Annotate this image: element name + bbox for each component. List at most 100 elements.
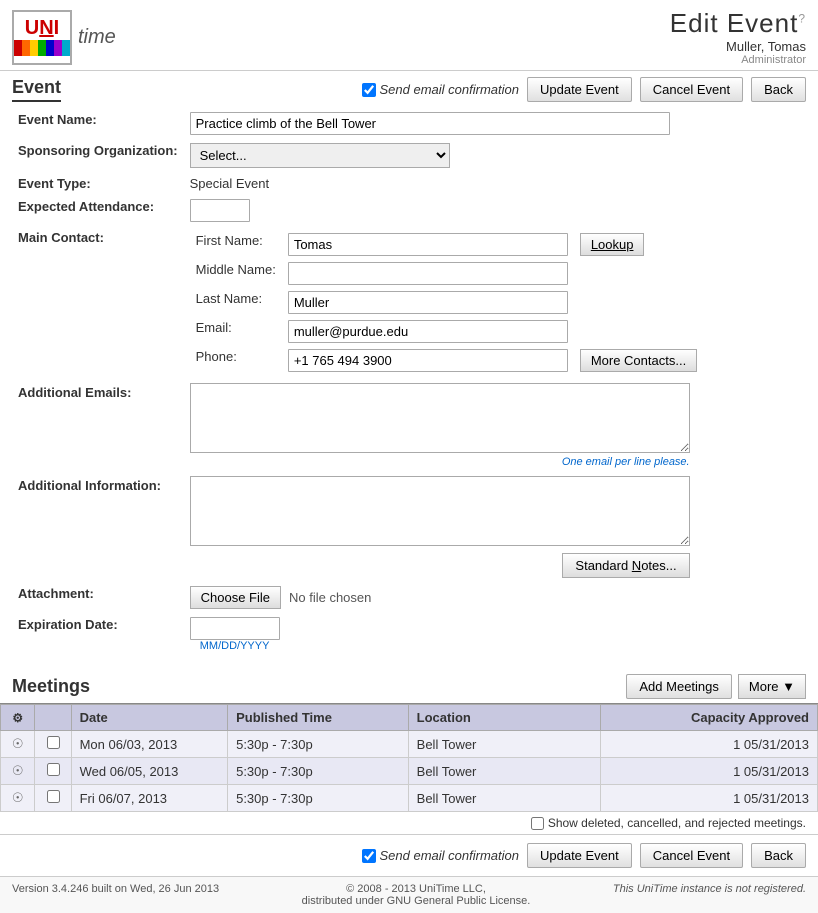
event-name-cell (184, 108, 806, 139)
expected-attendance-input[interactable] (190, 199, 250, 222)
cancel-event-button-bottom[interactable]: Cancel Event (640, 843, 743, 868)
row-date: Fri 06/07, 2013 (71, 785, 228, 812)
standard-notes-container: Standard Notes... (190, 549, 690, 578)
logo-area: UNI time (12, 10, 116, 65)
no-file-label: No file chosen (289, 590, 371, 605)
additional-info-cell: Standard Notes... (184, 472, 806, 582)
attachment-cell: Choose File No file chosen (184, 582, 806, 613)
settings-icon: ⚙ (12, 711, 23, 725)
col-time-header: Published Time (228, 705, 409, 731)
header-right: Edit Event? Muller, Tomas Administrator (670, 8, 806, 66)
more-contacts-button[interactable]: More Contacts... (580, 349, 697, 372)
row-icon-cell: ☉ (1, 758, 35, 785)
middle-name-label: Middle Name: (190, 259, 282, 288)
main-contact-label: Main Contact: (12, 226, 184, 379)
phone-input[interactable] (288, 349, 568, 372)
event-section-header: Event Send email confirmation Update Eve… (12, 77, 806, 102)
row-check-cell[interactable] (35, 758, 71, 785)
contact-subtable: First Name: Lookup Middle Name: (190, 230, 704, 375)
last-name-input[interactable] (288, 291, 568, 314)
footer: Version 3.4.246 built on Wed, 26 Jun 201… (0, 876, 818, 913)
attachment-row: Attachment: Choose File No file chosen (12, 582, 806, 613)
additional-emails-cell: One email per line please. (184, 379, 806, 472)
main-contact-row: Main Contact: First Name: Lookup (12, 226, 806, 379)
header: UNI time Edit Event? Muller, Tomas Admin… (0, 0, 818, 71)
row-capacity: 1 05/31/2013 (601, 731, 818, 758)
row-date: Wed 06/05, 2013 (71, 758, 228, 785)
row-icon-cell: ☉ (1, 785, 35, 812)
row-location: Bell Tower (408, 785, 601, 812)
last-name-cell (282, 288, 574, 317)
logo-time-text: time (78, 26, 116, 49)
row-icon-cell: ☉ (1, 731, 35, 758)
event-type-cell: Special Event (184, 172, 806, 195)
row-check-cell[interactable] (35, 785, 71, 812)
send-email-label-top[interactable]: Send email confirmation (362, 82, 519, 97)
expiration-date-hint: MM/DD/YYYY (190, 640, 280, 652)
email-label: Email: (190, 317, 282, 346)
event-section-controls: Send email confirmation Update Event Can… (362, 77, 806, 102)
send-email-checkbox-top[interactable] (362, 83, 376, 97)
last-name-row: Last Name: (190, 288, 704, 317)
lookup-button[interactable]: Lookup (580, 233, 645, 256)
event-section-title: Event (12, 77, 61, 102)
row-time: 5:30p - 7:30p (228, 785, 409, 812)
show-deleted-label[interactable]: Show deleted, cancelled, and rejected me… (12, 816, 806, 830)
back-button-bottom[interactable]: Back (751, 843, 806, 868)
expected-attendance-label: Expected Attendance: (12, 195, 184, 226)
row-check-cell[interactable] (35, 731, 71, 758)
email-row: Email: (190, 317, 704, 346)
meetings-title: Meetings (12, 676, 90, 697)
header-user: Muller, Tomas (670, 39, 806, 54)
more-dropdown-button[interactable]: More ▼ (738, 674, 806, 699)
sponsoring-org-cell: Select... (184, 139, 806, 172)
middle-name-input[interactable] (288, 262, 568, 285)
sponsoring-org-select[interactable]: Select... (190, 143, 450, 168)
meetings-section: Meetings Add Meetings More ▼ ⚙ Date Publ… (0, 670, 818, 834)
row-time: 5:30p - 7:30p (228, 731, 409, 758)
additional-info-textarea[interactable] (190, 476, 690, 546)
additional-emails-hint: One email per line please. (190, 456, 690, 468)
standard-notes-label: Standard Notes... (575, 558, 676, 573)
main-contact-cell: First Name: Lookup Middle Name: (184, 226, 806, 379)
row-checkbox[interactable] (47, 763, 60, 776)
update-event-button-bottom[interactable]: Update Event (527, 843, 632, 868)
event-type-row: Event Type: Special Event (12, 172, 806, 195)
additional-info-row: Additional Information: Standard Notes..… (12, 472, 806, 582)
additional-emails-textarea[interactable] (190, 383, 690, 453)
help-icon[interactable]: ? (798, 11, 806, 25)
send-email-label-bottom[interactable]: Send email confirmation (362, 848, 519, 863)
event-name-input[interactable] (190, 112, 670, 135)
col-cap-header: Capacity Approved (601, 705, 818, 731)
email-input[interactable] (288, 320, 568, 343)
first-name-label: First Name: (190, 230, 282, 259)
show-deleted-checkbox[interactable] (531, 817, 544, 830)
event-type-label: Event Type: (12, 172, 184, 195)
header-title: Edit Event? (670, 8, 806, 39)
table-row: ☉ Fri 06/07, 2013 5:30p - 7:30p Bell Tow… (1, 785, 818, 812)
send-email-checkbox-bottom[interactable] (362, 849, 376, 863)
row-checkbox[interactable] (47, 790, 60, 803)
sponsoring-org-label: Sponsoring Organization: (12, 139, 184, 172)
cancel-event-button-top[interactable]: Cancel Event (640, 77, 743, 102)
show-deleted-text: Show deleted, cancelled, and rejected me… (548, 816, 806, 830)
first-name-input[interactable] (288, 233, 568, 256)
expiration-date-cell: MM/DD/YYYY (184, 613, 806, 656)
last-name-label: Last Name: (190, 288, 282, 317)
additional-info-label: Additional Information: (12, 472, 184, 582)
update-event-button-top[interactable]: Update Event (527, 77, 632, 102)
choose-file-button[interactable]: Choose File (190, 586, 281, 609)
table-row: ☉ Wed 06/05, 2013 5:30p - 7:30p Bell Tow… (1, 758, 818, 785)
meetings-header-row: ⚙ Date Published Time Location Capacity … (1, 705, 818, 731)
event-form: Event Name: Sponsoring Organization: Sel… (12, 108, 806, 656)
row-checkbox[interactable] (47, 736, 60, 749)
meetings-controls: Add Meetings More ▼ (626, 674, 806, 699)
add-meetings-button[interactable]: Add Meetings (626, 674, 732, 699)
back-button-top[interactable]: Back (751, 77, 806, 102)
event-section: Event Send email confirmation Update Eve… (0, 71, 818, 662)
attachment-label: Attachment: (12, 582, 184, 613)
expiration-date-input[interactable] (190, 617, 280, 640)
meetings-header: Meetings Add Meetings More ▼ (0, 670, 818, 704)
standard-notes-button[interactable]: Standard Notes... (562, 553, 689, 578)
lookup-cell: Lookup (574, 230, 703, 259)
